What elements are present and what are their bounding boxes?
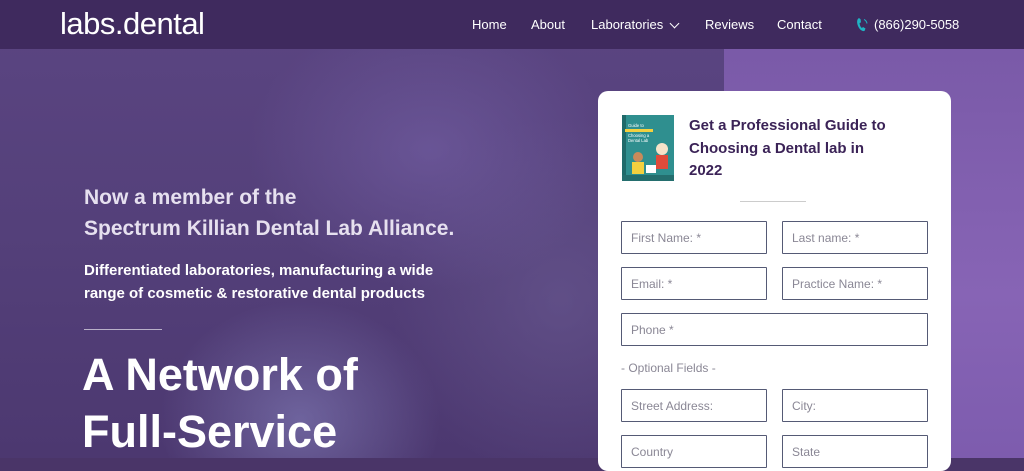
city-field[interactable] (782, 389, 928, 422)
member-heading: Now a member of the Spectrum Killian Den… (84, 182, 454, 244)
first-name-field[interactable] (621, 221, 767, 254)
member-heading-line1: Now a member of the (84, 186, 297, 209)
nav-phone-number[interactable]: (866)290-5058 (874, 17, 959, 32)
hero-headline-line1: A Network of (82, 349, 358, 400)
country-field[interactable] (621, 435, 767, 468)
nav-about[interactable]: About (531, 17, 565, 32)
nav-laboratories[interactable]: Laboratories (591, 17, 680, 32)
book-cover-text: Guide to (628, 123, 645, 128)
phone-icon (857, 18, 868, 32)
email-field[interactable] (621, 267, 767, 300)
hero-divider (84, 329, 162, 330)
hero-headline: A Network of Full-Service (82, 346, 358, 460)
nav-contact[interactable]: Contact (777, 17, 822, 32)
nav-laboratories-label: Laboratories (591, 17, 664, 32)
hero-subheading: Differentiated laboratories, manufacturi… (84, 259, 433, 305)
guide-title-line3: 2022 (689, 162, 723, 179)
optional-fields-label: - Optional Fields - (621, 361, 716, 375)
member-heading-line2: Spectrum Killian Dental Lab Alliance. (84, 217, 455, 240)
hero-subheading-line1: Differentiated laboratories, manufacturi… (84, 262, 434, 279)
guide-book-cover-image: Guide to Choosing a Dental Lab (622, 115, 674, 181)
guide-title-line1: Get a Professional Guide to (689, 117, 886, 134)
last-name-field[interactable] (782, 221, 928, 254)
chevron-down-icon (669, 18, 680, 29)
street-address-field[interactable] (621, 389, 767, 422)
hero-subheading-line2: range of cosmetic & restorative dental p… (84, 285, 425, 302)
guide-title-line2: Choosing a Dental lab in (689, 139, 865, 157)
state-field[interactable] (782, 435, 928, 468)
card-divider (740, 201, 806, 202)
site-logo[interactable]: labs.dental (60, 6, 205, 42)
practice-name-field[interactable] (782, 267, 928, 300)
phone-field[interactable] (621, 313, 928, 346)
svg-text:Dental Lab: Dental Lab (628, 138, 649, 143)
top-navbar: labs.dental Home About Laboratories Revi… (0, 0, 1024, 49)
nav-home[interactable]: Home (472, 17, 507, 32)
hero-headline-line2: Full-Service (82, 406, 338, 457)
nav-reviews[interactable]: Reviews (705, 17, 754, 32)
guide-title: Get a Professional Guide to Choosing a D… (689, 115, 929, 183)
